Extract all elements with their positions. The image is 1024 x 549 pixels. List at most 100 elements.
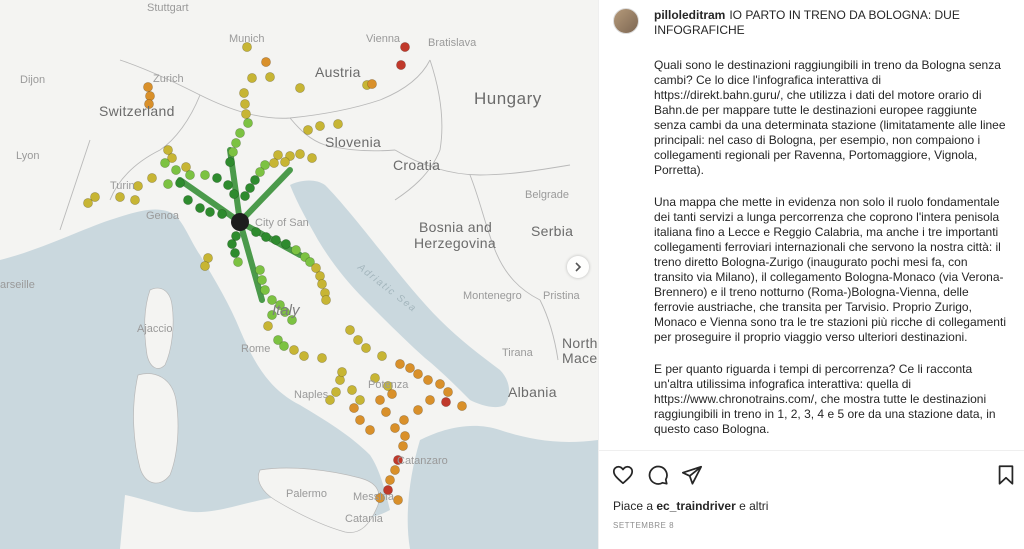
label-munich: Munich <box>229 33 265 45</box>
destination-dot <box>281 239 291 249</box>
destination-dot <box>291 245 301 255</box>
comment-icon[interactable] <box>647 464 669 486</box>
destination-dot <box>441 397 451 407</box>
destination-dot <box>337 367 347 377</box>
destination-dot <box>160 158 170 168</box>
label-dijon: Dijon <box>20 74 46 86</box>
label-catanzaro: Catanzaro <box>397 455 448 467</box>
destination-dot <box>355 395 365 405</box>
destination-dot <box>377 351 387 361</box>
label-montenegro: Montenegro <box>463 290 522 302</box>
likes-user-link[interactable]: ec_traindriver <box>656 499 735 513</box>
label-italy: Italy <box>272 302 300 319</box>
caption-paragraph-3: E per quanto riguarda i tempi di percorr… <box>654 362 996 436</box>
label-switzerland: Switzerland <box>99 103 175 119</box>
destination-dot <box>390 423 400 433</box>
heart-icon[interactable] <box>612 464 634 486</box>
destination-dot <box>163 179 173 189</box>
europe-rail-map <box>0 0 598 549</box>
label-ajaccio: Ajaccio <box>137 323 173 335</box>
destination-dot <box>115 192 125 202</box>
ionian-sea <box>407 425 598 549</box>
post-caption-body: Quali sono le destinazioni raggiungibili… <box>654 58 1006 444</box>
destination-dot <box>263 321 273 331</box>
destination-dot <box>171 165 181 175</box>
destination-dot <box>261 232 271 242</box>
destination-dot <box>423 375 433 385</box>
destination-dot <box>395 359 405 369</box>
destination-dot <box>230 248 240 258</box>
label-croatia: Croatia <box>393 157 441 173</box>
destination-dot <box>335 375 345 385</box>
destination-dot <box>175 178 185 188</box>
destination-dot <box>321 295 331 305</box>
label-messina: Messina <box>353 491 394 503</box>
caption-paragraph-1: Quali sono le destinazioni raggiungibili… <box>654 58 1006 177</box>
destination-dot <box>229 189 239 199</box>
destination-dot <box>200 261 210 271</box>
bookmark-icon[interactable] <box>995 464 1017 486</box>
share-icon[interactable] <box>681 464 703 486</box>
destination-dot <box>349 403 359 413</box>
destination-dot <box>400 42 410 52</box>
destination-dot <box>375 395 385 405</box>
next-image-button[interactable] <box>567 256 589 278</box>
label-serbia: Serbia <box>531 223 574 239</box>
destination-dot <box>217 209 227 219</box>
destination-dot <box>413 405 423 415</box>
label-palermo: Palermo <box>286 488 327 500</box>
destination-dot <box>240 99 250 109</box>
destination-dot <box>280 157 290 167</box>
label-naples: Naples <box>294 389 329 401</box>
label-rome: Rome <box>241 343 271 355</box>
destination-dot <box>185 170 195 180</box>
caption-paragraph-2: Una mappa che mette in evidenza non solo… <box>654 195 1006 344</box>
label-slovenia: Slovenia <box>325 134 382 150</box>
destination-dot <box>195 203 205 213</box>
destination-dot <box>345 325 355 335</box>
destination-dot <box>425 395 435 405</box>
label-turin: Turin <box>110 180 135 192</box>
label-austria: Austria <box>315 64 361 80</box>
label-catania: Catania <box>345 513 383 525</box>
label-genoa: Genoa <box>146 210 180 222</box>
destination-dot <box>367 79 377 89</box>
destination-dot <box>385 475 395 485</box>
label-tirana: Tirana <box>502 347 533 359</box>
destination-dot <box>398 441 408 451</box>
label-city-of-san: City of San <box>255 217 309 229</box>
destination-dot <box>355 415 365 425</box>
destination-dot <box>295 149 305 159</box>
avatar[interactable] <box>613 8 639 34</box>
destination-dot <box>295 83 305 93</box>
destination-dot <box>333 119 343 129</box>
destination-dot <box>443 387 453 397</box>
label-belgrade: Belgrade <box>525 189 570 201</box>
destination-dot <box>396 60 406 70</box>
label-albania: Albania <box>508 384 557 400</box>
label-lyon: Lyon <box>16 150 40 162</box>
post-username[interactable]: pilloleditram <box>654 8 725 22</box>
destination-dot <box>235 128 245 138</box>
destination-dot <box>147 173 157 183</box>
destination-dot <box>205 207 215 217</box>
destination-dot <box>261 57 271 67</box>
label-herzegovina: Herzegovina <box>414 235 496 251</box>
destination-dot <box>239 88 249 98</box>
destination-dot <box>223 180 233 190</box>
destination-dot <box>381 407 391 417</box>
post-actions: Piace a ec_traindriver e altri SETTEMBRE… <box>599 450 1024 549</box>
destination-dot <box>269 158 279 168</box>
destination-dot <box>315 271 325 281</box>
label-potenza: Potenza <box>368 379 409 391</box>
label-vienna: Vienna <box>366 33 401 45</box>
destination-dot <box>303 125 313 135</box>
label-hungary: Hungary <box>474 89 542 108</box>
destination-dot <box>260 285 270 295</box>
destination-dot <box>331 387 341 397</box>
destination-dot <box>212 173 222 183</box>
likes-prefix: Piace a <box>613 499 654 513</box>
post-caption-header: pilloleditram IO PARTO IN TRENO DA BOLOGN… <box>654 8 1013 38</box>
destination-dot <box>400 431 410 441</box>
sardinia <box>133 373 179 484</box>
